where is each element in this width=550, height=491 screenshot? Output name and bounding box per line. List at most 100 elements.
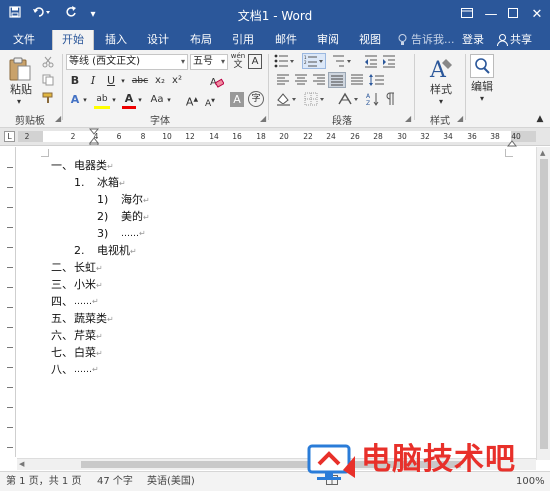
list-item[interactable]: 海尔↵ (121, 192, 150, 208)
list-item[interactable]: ……↵ (121, 226, 146, 242)
align-center-icon[interactable] (294, 74, 308, 89)
tab-layout[interactable]: 布局 (183, 30, 219, 50)
list-item[interactable]: 长虹↵ (74, 260, 103, 276)
scroll-up-icon[interactable]: ▲ (540, 149, 545, 157)
collapse-ribbon-icon[interactable]: ▲ (534, 112, 546, 126)
share-button[interactable]: 共享 (510, 30, 532, 50)
character-shading-button[interactable]: A (230, 92, 244, 107)
tab-mailings[interactable]: 邮件 (268, 30, 304, 50)
list-item[interactable]: 小米↵ (74, 277, 103, 293)
underline-dropdown-icon[interactable]: ▾ (120, 74, 126, 88)
tab-review[interactable]: 审阅 (310, 30, 346, 50)
list-item[interactable]: ……↵ (74, 362, 99, 378)
list-marker: 2. (74, 244, 85, 257)
copy-icon[interactable] (42, 74, 54, 89)
font-size-combo[interactable]: 五号 ▾ (190, 54, 228, 70)
distributed-icon[interactable] (350, 74, 364, 89)
language-indicator[interactable]: 英语(美国) (147, 475, 195, 489)
clipboard-launcher-icon[interactable]: ◢ (55, 114, 61, 123)
decrease-indent-icon[interactable] (364, 54, 378, 71)
ribbon-tabs: 文件 开始 插入 设计 布局 引用 邮件 审阅 视图 告诉我... 登录 共享 (0, 30, 550, 50)
text-effects-button[interactable]: A (68, 93, 82, 107)
ribbon-display-icon[interactable] (456, 4, 478, 26)
numbering-icon[interactable]: 12 (302, 53, 326, 69)
list-item[interactable]: 白菜↵ (74, 345, 103, 361)
editing-dropdown-icon[interactable]: ▾ (475, 92, 489, 106)
format-painter-icon[interactable] (42, 92, 54, 107)
list-item[interactable]: 蔬菜类↵ (74, 311, 114, 327)
tab-home[interactable]: 开始 (52, 30, 94, 50)
superscript-button[interactable]: x² (170, 74, 184, 88)
sort-icon[interactable]: AZ (366, 92, 380, 109)
list-item[interactable]: ……↵ (74, 294, 99, 310)
strikethrough-button[interactable]: abc (130, 74, 150, 88)
increase-indent-icon[interactable] (382, 54, 396, 71)
tab-view[interactable]: 视图 (352, 30, 388, 50)
subscript-button[interactable]: x₂ (153, 74, 167, 88)
font-name-combo[interactable]: 等线 (西文正文) ▾ (66, 54, 188, 70)
align-left-icon[interactable] (276, 74, 290, 89)
find-icon[interactable] (470, 54, 494, 78)
list-item[interactable]: 电视机↵ (97, 243, 137, 259)
styles-icon[interactable]: A (428, 55, 454, 83)
tab-insert[interactable]: 插入 (98, 30, 134, 50)
ruler-number: 2 (24, 132, 30, 141)
styles-dropdown-icon[interactable]: ▾ (434, 95, 448, 109)
ruler-number: 28 (373, 132, 383, 141)
chinese-layout-icon[interactable] (338, 92, 360, 109)
bullets-icon[interactable] (274, 54, 296, 71)
font-color-button[interactable]: A (122, 92, 136, 109)
italic-button[interactable]: I (86, 74, 100, 88)
phonetic-guide-button[interactable]: wén 文 (230, 52, 246, 70)
vertical-scroll-thumb[interactable] (540, 159, 548, 449)
clear-formatting-icon[interactable]: A (210, 75, 225, 88)
group-separator (268, 54, 269, 120)
change-case-dropdown-icon[interactable]: ▾ (166, 93, 172, 107)
font-launcher-icon[interactable]: ◢ (260, 114, 266, 123)
shrink-font-button[interactable]: A▼ (203, 94, 217, 111)
line-spacing-icon[interactable] (368, 73, 386, 90)
highlight-dropdown-icon[interactable]: ▾ (111, 93, 117, 107)
cut-icon[interactable] (42, 56, 54, 71)
maximize-icon[interactable] (502, 4, 524, 26)
font-color-dropdown-icon[interactable]: ▾ (137, 93, 143, 107)
change-case-button[interactable]: Aa (148, 93, 166, 107)
page-count[interactable]: 第 1 页，共 1 页 (6, 475, 81, 489)
list-item[interactable]: 芹菜↵ (74, 328, 103, 344)
highlight-button[interactable]: ab (94, 92, 110, 109)
tab-file[interactable]: 文件 (6, 30, 42, 50)
ruler-number: 12 (185, 132, 195, 141)
paste-icon[interactable] (8, 56, 32, 82)
text-effects-dropdown-icon[interactable]: ▾ (82, 93, 88, 107)
enclose-characters-button[interactable]: 字 (248, 91, 264, 107)
shading-icon[interactable] (276, 92, 298, 109)
styles-launcher-icon[interactable]: ◢ (457, 114, 463, 123)
list-item[interactable]: 冰箱↵ (97, 175, 126, 191)
show-marks-icon[interactable] (384, 92, 396, 109)
borders-icon[interactable] (304, 92, 326, 109)
first-line-indent-marker[interactable] (88, 128, 100, 148)
list-item[interactable]: 美的↵ (121, 209, 150, 225)
justify-icon[interactable] (328, 72, 346, 88)
sign-in-link[interactable]: 登录 (462, 30, 484, 50)
bold-button[interactable]: B (68, 74, 82, 88)
tab-references[interactable]: 引用 (225, 30, 261, 50)
list-item[interactable]: 电器类↵ (74, 158, 114, 174)
vertical-scrollbar[interactable]: ▲ (536, 147, 550, 460)
tab-selector-icon[interactable]: L (4, 131, 15, 142)
grow-font-button[interactable]: A▲ (185, 93, 199, 110)
word-count[interactable]: 47 个字 (97, 475, 133, 489)
paste-dropdown-icon[interactable]: ▾ (12, 95, 26, 109)
underline-button[interactable]: U (104, 74, 118, 88)
align-right-icon[interactable] (312, 74, 326, 89)
minimize-icon[interactable]: — (480, 4, 502, 26)
tell-me-search[interactable]: 告诉我... (411, 30, 455, 50)
character-border-button[interactable]: A (248, 54, 262, 69)
scroll-left-icon[interactable]: ◀ (19, 460, 24, 468)
close-icon[interactable]: ✕ (526, 4, 548, 26)
tab-design[interactable]: 设计 (140, 30, 176, 50)
paragraph-launcher-icon[interactable]: ◢ (405, 114, 411, 123)
font-group-label: 字体 (150, 116, 170, 127)
document-page[interactable]: 一、 电器类↵ 1. 冰箱↵ 1) 海尔↵ 2) 美的↵ 3) ……↵ 2. 电… (17, 147, 536, 460)
multilevel-list-icon[interactable] (332, 54, 354, 71)
